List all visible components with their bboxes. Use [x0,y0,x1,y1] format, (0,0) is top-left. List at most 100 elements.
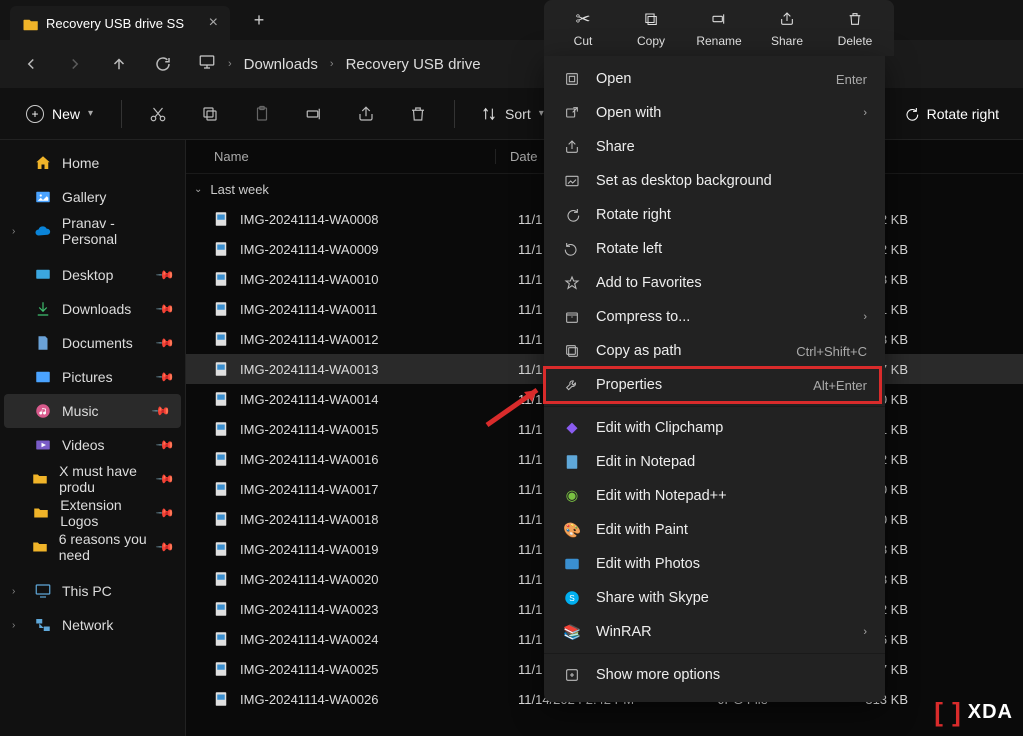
ctx-notepadpp[interactable]: ◉Edit with Notepad++ [544,479,885,513]
file-name: IMG-20241114-WA0008 [240,212,518,227]
up-button[interactable] [100,45,138,83]
folder-icon [22,16,38,30]
sidebar-item-this-pc[interactable]: › This PC [0,574,185,608]
close-tab-icon[interactable]: × [209,14,218,32]
window-tab[interactable]: Recovery USB drive SS × [10,6,230,40]
sidebar-label: Home [62,155,99,171]
folder-icon [31,538,49,556]
copy-button[interactable] [190,94,230,134]
ctx-winrar[interactable]: 📚WinRAR› [544,615,885,649]
sidebar-item-gallery[interactable]: Gallery [0,180,185,214]
pin-icon: 📌 [155,367,175,387]
pin-icon: 📌 [155,469,175,489]
expand-chevron-icon[interactable]: › [12,620,24,631]
copy-path-icon [562,341,582,361]
ctx-open[interactable]: OpenEnter [544,62,885,96]
ctx-copy[interactable]: ⧉Copy [626,8,676,48]
forward-button[interactable] [56,45,94,83]
file-name: IMG-20241114-WA0014 [240,392,518,407]
image-file-icon [212,630,230,648]
expand-chevron-icon[interactable]: › [12,226,24,237]
ctx-share[interactable]: Share [762,8,812,48]
rotate-right-button[interactable]: Rotate right [893,106,1009,122]
sidebar-label: Desktop [62,267,113,283]
sidebar-item-documents[interactable]: Documents📌 [0,326,185,360]
ctx-copy-path[interactable]: Copy as pathCtrl+Shift+C [544,334,885,368]
image-file-icon [212,210,230,228]
image-file-icon [212,330,230,348]
pin-icon: 📌 [155,503,175,523]
ctx-share-item[interactable]: Share [544,130,885,164]
ctx-compress[interactable]: Compress to...› [544,300,885,334]
image-file-icon [212,600,230,618]
ctx-set-background[interactable]: Set as desktop background [544,164,885,198]
image-file-icon [212,510,230,528]
ctx-delete[interactable]: Delete [830,8,880,48]
breadcrumb-seg-downloads[interactable]: Downloads [244,56,318,73]
ctx-cut[interactable]: ✂Cut [558,8,608,48]
sidebar-item-desktop[interactable]: Desktop📌 [0,258,185,292]
sidebar-label: Videos [62,437,105,453]
trash-icon [847,8,863,30]
ctx-rotate-right[interactable]: Rotate right [544,198,885,232]
ctx-add-favorites[interactable]: Add to Favorites [544,266,885,300]
sidebar-item-network[interactable]: › Network [0,608,185,642]
expand-chevron-icon[interactable]: › [12,586,24,597]
back-button[interactable] [12,45,50,83]
sidebar-item-videos[interactable]: Videos📌 [0,428,185,462]
clipchamp-icon: ◆ [562,418,582,438]
folder-icon [32,504,50,522]
new-tab-button[interactable]: + [242,3,276,37]
file-name: IMG-20241114-WA0025 [240,662,518,677]
open-with-icon [562,103,582,123]
sidebar-item-folder-xmust[interactable]: X must have produ📌 [0,462,185,496]
sidebar-item-home[interactable]: Home [0,146,185,180]
pin-icon: 📌 [155,299,175,319]
ctx-paint[interactable]: 🎨Edit with Paint [544,513,885,547]
file-name: IMG-20241114-WA0024 [240,632,518,647]
wrench-icon [562,375,582,395]
new-button[interactable]: + New ▾ [14,99,105,129]
sidebar-item-folder-extlogos[interactable]: Extension Logos📌 [0,496,185,530]
col-name[interactable]: Name [186,149,496,164]
ctx-photos[interactable]: Edit with Photos [544,547,885,581]
ctx-rename[interactable]: Rename [694,8,744,48]
pin-icon: 📌 [151,401,171,421]
image-file-icon [212,360,230,378]
refresh-button[interactable] [144,45,182,83]
image-file-icon [212,690,230,708]
photos-icon [562,554,582,574]
image-file-icon [212,660,230,678]
file-name: IMG-20241114-WA0011 [240,302,518,317]
ctx-properties[interactable]: Properties Alt+Enter [544,368,885,402]
xda-watermark: [ ] XDA [934,697,1013,728]
sidebar-item-onedrive[interactable]: › Pranav - Personal [0,214,185,248]
paint-icon: 🎨 [562,520,582,540]
bracket-icon: [ ] [934,697,962,728]
group-label: Last week [210,182,269,197]
separator [121,100,122,128]
pictures-icon [34,368,52,386]
sort-button[interactable]: Sort ▾ [471,106,554,122]
ctx-rotate-left[interactable]: Rotate left [544,232,885,266]
sidebar-item-downloads[interactable]: Downloads📌 [0,292,185,326]
ctx-show-more[interactable]: Show more options [544,658,885,692]
pin-icon: 📌 [155,537,175,557]
ctx-clipchamp[interactable]: ◆Edit with Clipchamp [544,411,885,445]
ctx-open-with[interactable]: Open with› [544,96,885,130]
cut-button[interactable] [138,94,178,134]
breadcrumb-seg-current[interactable]: Recovery USB drive [346,56,481,73]
share-button[interactable] [346,94,386,134]
sidebar-item-folder-reasons[interactable]: 6 reasons you need📌 [0,530,185,564]
ctx-skype[interactable]: SShare with Skype [544,581,885,615]
sidebar-label: This PC [62,583,112,599]
address-bar[interactable]: › Downloads › Recovery USB drive [198,53,481,75]
paste-button[interactable] [242,94,282,134]
delete-button[interactable] [398,94,438,134]
rename-button[interactable] [294,94,334,134]
sidebar-item-pictures[interactable]: Pictures📌 [0,360,185,394]
archive-icon [562,307,582,327]
rotate-right-label: Rotate right [927,106,999,122]
ctx-notepad[interactable]: Edit in Notepad [544,445,885,479]
sidebar-item-music[interactable]: Music📌 [4,394,181,428]
